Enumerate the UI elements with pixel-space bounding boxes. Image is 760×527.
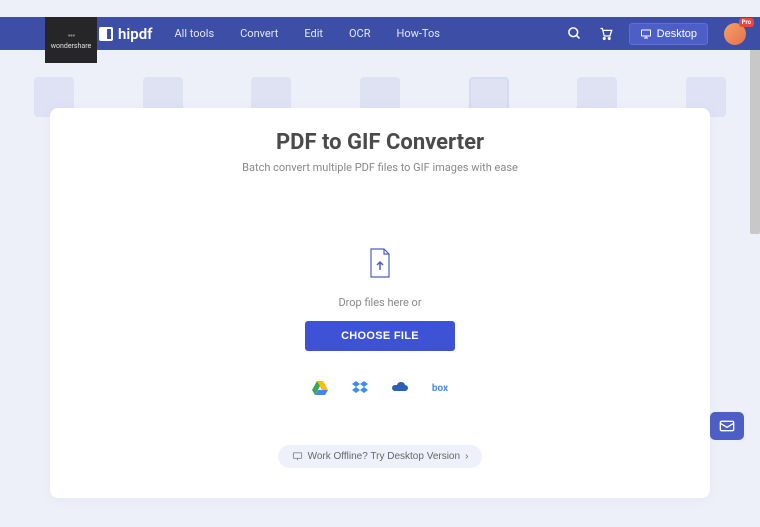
dropbox-icon[interactable] <box>351 379 369 397</box>
choose-file-button[interactable]: CHOOSE FILE <box>305 321 455 351</box>
offline-arrow: › <box>465 451 468 462</box>
main-card: PDF to GIF Converter Batch convert multi… <box>50 108 710 498</box>
header-bar: hipdf All tools Convert Edit OCR How-Tos… <box>0 17 760 50</box>
nav-howtos[interactable]: How-Tos <box>397 27 440 40</box>
page-title: PDF to GIF Converter <box>50 130 710 155</box>
scrollbar[interactable] <box>750 34 760 234</box>
search-icon[interactable] <box>567 26 582 41</box>
nav-ocr[interactable]: OCR <box>349 27 371 40</box>
offline-button[interactable]: Work Offline? Try Desktop Version › <box>278 445 483 468</box>
header-right: Desktop Pro <box>567 23 746 45</box>
onedrive-icon[interactable] <box>391 379 409 397</box>
wondershare-badge[interactable]: ••• wondershare <box>45 17 97 63</box>
logo-text: hipdf <box>118 25 152 43</box>
logo-icon <box>99 27 113 41</box>
nav-convert[interactable]: Convert <box>240 27 278 40</box>
chat-button[interactable] <box>710 412 744 440</box>
desktop-label: Desktop <box>657 28 697 40</box>
desktop-download-icon <box>640 28 652 40</box>
nav: All tools Convert Edit OCR How-Tos <box>174 27 566 40</box>
drop-zone[interactable]: Drop files here or CHOOSE FILE box <box>90 208 670 427</box>
offline-download-icon <box>292 451 303 462</box>
cloud-sources: box <box>90 379 670 397</box>
wondershare-label: wondershare <box>51 42 91 50</box>
drop-text: Drop files here or <box>90 296 670 309</box>
nav-edit[interactable]: Edit <box>304 27 323 40</box>
cart-icon[interactable] <box>598 26 613 41</box>
nav-all-tools[interactable]: All tools <box>174 27 214 40</box>
logo[interactable]: hipdf <box>99 25 152 43</box>
pro-badge: Pro <box>739 18 754 27</box>
avatar[interactable]: Pro <box>724 23 746 45</box>
mail-icon <box>719 420 735 432</box>
box-icon[interactable]: box <box>431 379 449 397</box>
offline-label: Work Offline? Try Desktop Version <box>308 451 460 462</box>
wondershare-logo-icon: ••• <box>67 31 74 42</box>
desktop-button[interactable]: Desktop <box>629 23 708 45</box>
google-drive-icon[interactable] <box>311 379 329 397</box>
page-subtitle: Batch convert multiple PDF files to GIF … <box>50 161 710 174</box>
file-upload-icon <box>368 248 392 278</box>
